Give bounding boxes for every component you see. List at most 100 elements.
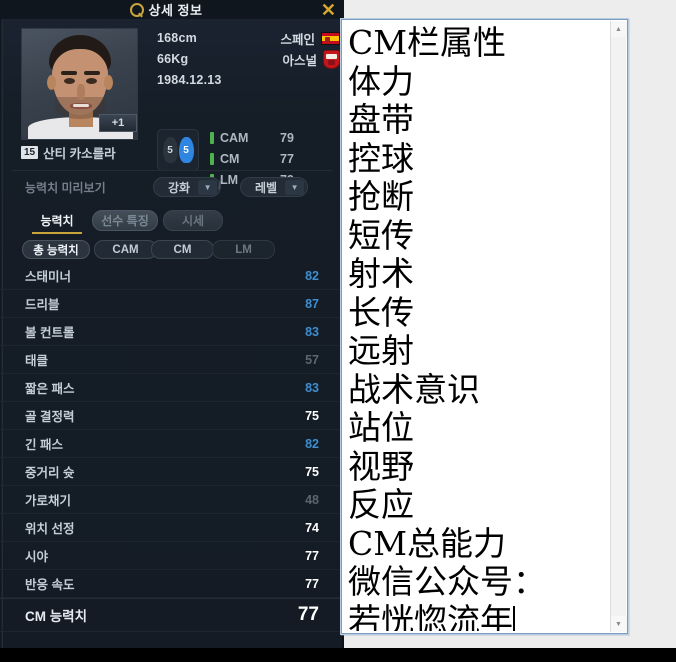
level-dropdown[interactable]: 레벨 ▼ <box>240 177 309 197</box>
stat-preview-row: 능력치 미리보기 강화 ▼ / 레벨 ▼ <box>0 174 344 200</box>
editor-line: 微信公众号： <box>348 562 546 601</box>
tab-abilities[interactable]: 능력치 <box>30 210 84 234</box>
stat-label: 드리블 <box>25 298 60 312</box>
stat-row: 스태미너 82 <box>0 262 344 290</box>
stat-label: 위치 선정 <box>25 522 75 536</box>
stat-label: 긴 패스 <box>25 438 63 452</box>
nationality-club-block: 스페인 아스널 <box>250 28 340 70</box>
player-weight: 66Kg <box>157 52 189 66</box>
stat-row: 짧은 패스 83 <box>0 374 344 402</box>
subtab-cam[interactable]: CAM <box>94 240 157 259</box>
editor-line: CM栏属性 <box>348 23 507 62</box>
player-name-row: 15 산티 카소를라 <box>21 143 116 162</box>
position-bar-icon <box>210 131 214 144</box>
total-rating-row: CM 능력치 77 <box>0 598 344 632</box>
scroll-down-icon[interactable]: ▼ <box>610 616 627 632</box>
stat-preview-label: 능력치 미리보기 <box>25 180 106 195</box>
editor-line: 远射 <box>348 331 414 370</box>
page-title: 상세 정보 <box>148 3 203 18</box>
bottom-black-strip <box>0 648 676 662</box>
stat-row: 가로채기 48 <box>0 486 344 514</box>
editor-line: 体力 <box>348 61 414 101</box>
tab-player-traits[interactable]: 선수 특징 <box>92 210 158 231</box>
position-rating: 77 <box>280 151 294 166</box>
stat-row: 드리블 87 <box>0 290 344 318</box>
subtab-cm[interactable]: CM <box>151 240 214 259</box>
position-row: CM 77 <box>210 148 294 169</box>
stat-row: 긴 패스 82 <box>0 430 344 458</box>
editor-line: 长传 <box>348 292 414 332</box>
info-divider <box>12 170 332 171</box>
stat-label: 가로채기 <box>25 494 72 508</box>
stat-label: 스태미너 <box>25 270 72 284</box>
close-icon[interactable]: ✕ <box>321 1 336 19</box>
stat-row: 골 결정력 75 <box>0 402 344 430</box>
nationality-label: 스페인 <box>280 33 315 47</box>
editor-line-text: 若恍惚流年 <box>348 600 513 631</box>
player-photo: +1 <box>21 28 138 140</box>
total-rating-label: CM 능력치 <box>25 609 88 624</box>
panel-header: 상세 정보 ✕ <box>0 0 344 19</box>
text-caret <box>513 605 515 631</box>
club-crest-icon <box>323 50 340 69</box>
sub-tabs: 총 능력치 CAM CM LM <box>0 240 344 262</box>
foot-rating-box: 5 5 <box>157 129 199 171</box>
stat-label: 짧은 패스 <box>25 382 75 396</box>
magnifier-icon <box>129 3 144 17</box>
club-row: 아스널 <box>250 49 340 70</box>
enhance-dropdown[interactable]: 강화 ▼ <box>153 177 222 197</box>
stat-row: 볼 컨트롤 83 <box>0 318 344 346</box>
editor-line: 盘带 <box>348 100 414 139</box>
editor-line: 短传 <box>348 215 414 255</box>
player-height: 168cm <box>157 31 197 45</box>
position-name: CM <box>220 151 240 166</box>
chevron-down-icon: ▼ <box>198 179 218 195</box>
stat-value: 82 <box>305 268 319 283</box>
chevron-down-icon: ▼ <box>285 179 305 195</box>
editor-scrollbar[interactable]: ▲ ▼ <box>610 21 627 632</box>
stat-value: 75 <box>305 464 319 479</box>
player-birthdate: 1984.12.13 <box>157 73 222 87</box>
stat-value: 83 <box>305 380 319 395</box>
enhance-dropdown-value: 강화 <box>168 180 191 195</box>
photo-brow-right <box>84 71 100 75</box>
club-label: 아스널 <box>282 54 317 68</box>
stat-row: 시야 77 <box>0 542 344 570</box>
editor-line: CM总能力 <box>348 523 507 563</box>
stat-row: 중거리 슛 75 <box>0 458 344 486</box>
stat-value: 77 <box>305 576 319 591</box>
stat-label: 태클 <box>25 354 49 368</box>
stat-value: 75 <box>305 408 319 423</box>
nationality-row: 스페인 <box>250 28 340 49</box>
editor-line-with-caret: 若恍惚流年 <box>348 600 610 631</box>
stat-value: 82 <box>305 436 319 451</box>
stat-label: 골 결정력 <box>25 410 75 424</box>
strong-foot-rating: 5 <box>178 137 194 163</box>
stat-label: 중거리 슛 <box>25 466 75 480</box>
stats-list: 스태미너 82 드리블 87 볼 컨트롤 83 태클 57 짧은 패스 83 골… <box>0 262 344 632</box>
subtab-total-ability[interactable]: 총 능력치 <box>22 240 90 259</box>
stat-value: 48 <box>305 492 319 507</box>
stat-label: 시야 <box>25 550 49 564</box>
subtab-lm[interactable]: LM <box>212 240 275 259</box>
stat-value: 57 <box>305 352 319 367</box>
stat-value: 77 <box>305 548 319 563</box>
position-name: CAM <box>220 130 249 145</box>
tab-market-price[interactable]: 시세 <box>163 210 223 231</box>
stat-row: 태클 57 <box>0 346 344 374</box>
player-info-block: +1 15 산티 카소를라 168cm 66Kg 1984.12.13 스페인 <box>0 19 344 187</box>
text-editor-window[interactable]: CM栏属性 体力 盘带 控球 抢断 短传 射术 长传 远射 战术意识 站位 视野… <box>341 19 628 634</box>
level-dropdown-value: 레벨 <box>255 180 278 195</box>
player-name: 산티 카소를라 <box>43 147 116 161</box>
main-tabs: 능력치 선수 특징 시세 <box>0 210 344 235</box>
photo-eye-left <box>64 78 75 84</box>
text-editor-content[interactable]: CM栏属性 体力 盘带 控球 抢断 短传 射术 长传 远射 战术意识 站位 视野… <box>344 22 610 631</box>
editor-line: 抢断 <box>348 177 414 216</box>
position-row: CAM 79 <box>210 127 294 148</box>
scroll-up-icon[interactable]: ▲ <box>610 21 627 37</box>
stat-row: 위치 선정 74 <box>0 514 344 542</box>
editor-line: 战术意识 <box>348 369 480 409</box>
weak-foot-rating: 5 <box>162 137 178 163</box>
photo-brow-left <box>61 71 77 75</box>
editor-line: 控球 <box>348 138 414 178</box>
